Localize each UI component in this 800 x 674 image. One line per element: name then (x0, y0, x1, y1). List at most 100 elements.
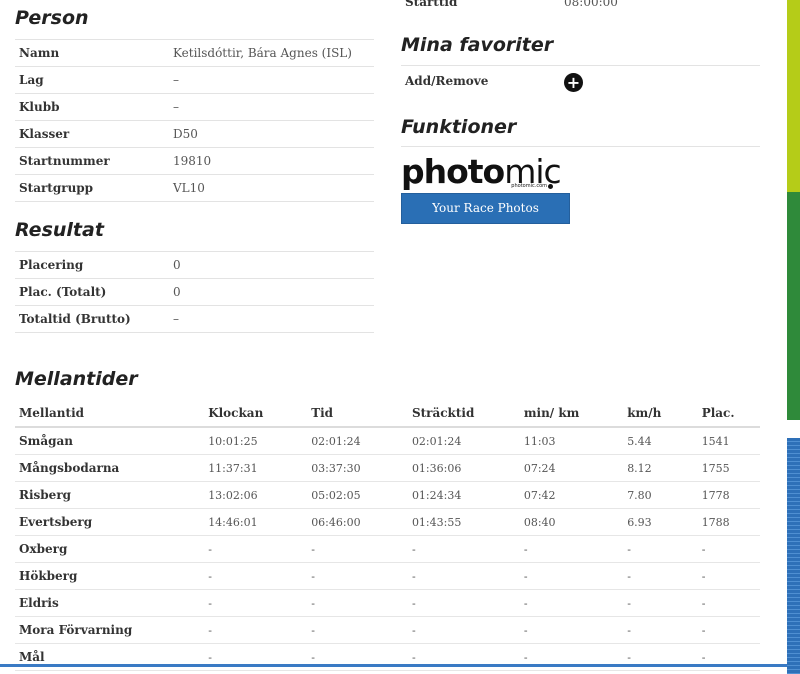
split-cell: 13:02:06 (204, 481, 308, 509)
person-label: Klubb (15, 93, 169, 121)
splits-row: Eldris - - - - - - (15, 589, 760, 617)
split-cell: - (697, 535, 760, 563)
splits-column-header: Klockan (204, 400, 308, 428)
split-cell: - (407, 535, 520, 563)
split-cell: - (204, 562, 308, 590)
bottom-bar (0, 664, 787, 667)
person-label: Lag (15, 66, 169, 94)
splits-row: Mångsbodarna 11:37:31 03:37:30 01:36:06 07:2… (15, 454, 760, 482)
split-cell: - (204, 616, 308, 644)
logo-dot-icon (548, 184, 553, 189)
split-cell: 01:43:55 (407, 508, 520, 536)
split-cell: 05:02:05 (307, 481, 408, 509)
splits-row: Evertsberg 14:46:01 06:46:00 01:43:55 08:40 6… (15, 508, 760, 536)
result-value: 0 (169, 278, 374, 306)
split-name: Mora Förvarning (15, 616, 205, 644)
result-label: Placering (15, 251, 169, 279)
split-cell: 02:01:24 (307, 427, 408, 455)
person-value: Ketilsdóttir, Bára Agnes (ISL) (169, 39, 374, 67)
result-table: Placering 0 Plac. (Totalt) 0 Totaltid (Brutt… (15, 251, 374, 333)
splits-row: Oxberg - - - - - - (15, 535, 760, 563)
split-cell: 7.80 (623, 481, 698, 509)
split-cell: 07:24 (519, 454, 624, 482)
split-cell: 01:24:34 (407, 481, 520, 509)
result-value: 0 (169, 251, 374, 279)
splits-header-row: Mellantid Klockan Tid Sträcktid min/ km km/h P… (15, 400, 760, 428)
result-value: – (169, 305, 374, 333)
split-cell: - (204, 535, 308, 563)
split-cell: - (519, 589, 624, 617)
split-cell: 14:46:01 (204, 508, 308, 536)
result-heading: Resultat (15, 219, 104, 241)
split-cell: - (519, 616, 624, 644)
logo-main: photo (401, 152, 505, 191)
functions-divider (401, 146, 760, 147)
split-cell: 5.44 (623, 427, 698, 455)
split-cell: 1541 (697, 427, 760, 455)
person-row: Startnummer 19810 (15, 147, 374, 175)
functions-heading: Funktioner (401, 116, 517, 138)
split-name: Eldris (15, 589, 205, 617)
side-stripe-lime (787, 0, 800, 192)
split-cell: 1788 (697, 508, 760, 536)
split-cell: 08:40 (519, 508, 624, 536)
person-row: Namn Ketilsdóttir, Bára Agnes (ISL) (15, 39, 374, 67)
split-cell: 03:37:30 (307, 454, 408, 482)
person-label: Klasser (15, 120, 169, 148)
favorites-add-remove-label: Add/Remove (405, 74, 489, 88)
split-cell: - (697, 589, 760, 617)
split-name: Oxberg (15, 535, 205, 563)
split-name: Smågan (15, 427, 205, 455)
start-time-row: Starttid 08:00:00 (401, 0, 760, 9)
result-row: Totaltid (Brutto) – (15, 305, 374, 333)
photomic-logo[interactable]: photomic photomic.com (401, 154, 569, 192)
split-cell: - (623, 616, 698, 644)
race-photos-button[interactable]: Your Race Photos (401, 193, 570, 224)
split-name: Risberg (15, 481, 205, 509)
start-time-label: Starttid (405, 0, 458, 9)
splits-column-header: Plac. (697, 400, 760, 428)
split-cell: 02:01:24 (407, 427, 520, 455)
splits-column-header: Tid (307, 400, 408, 428)
splits-column-header: Sträcktid (407, 400, 520, 428)
split-cell: 11:37:31 (204, 454, 308, 482)
split-cell: 1755 (697, 454, 760, 482)
split-cell: 11:03 (519, 427, 624, 455)
favorites-heading: Mina favoriter (401, 34, 554, 56)
person-label: Startgrupp (15, 174, 169, 202)
side-stripe-gap (787, 420, 800, 438)
person-table: Namn Ketilsdóttir, Bára Agnes (ISL) Lag – Kl… (15, 39, 374, 202)
splits-row: Risberg 13:02:06 05:02:05 01:24:34 07:42 7.80… (15, 481, 760, 509)
favorites-row: Add/Remove + (401, 66, 760, 96)
person-label: Namn (15, 39, 169, 67)
favorites-panel: Add/Remove + (401, 65, 760, 96)
person-row: Lag – (15, 66, 374, 94)
side-stripe-green (787, 192, 800, 420)
split-cell: 07:42 (519, 481, 624, 509)
person-value: D50 (169, 120, 374, 148)
split-name: Mångsbodarna (15, 454, 205, 482)
result-row: Plac. (Totalt) 0 (15, 278, 374, 306)
splits-heading: Mellantider (15, 368, 138, 390)
start-time-value: 08:00:00 (564, 0, 618, 9)
result-label: Plac. (Totalt) (15, 278, 169, 306)
person-value: 19810 (169, 147, 374, 175)
split-cell: 01:36:06 (407, 454, 520, 482)
person-value: – (169, 66, 374, 94)
splits-column-header: Mellantid (15, 400, 205, 428)
splits-column-header: min/ km (519, 400, 624, 428)
plus-circle-icon[interactable]: + (564, 73, 583, 92)
person-value: VL10 (169, 174, 374, 202)
split-cell: - (307, 535, 408, 563)
split-cell: 06:46:00 (307, 508, 408, 536)
split-cell: - (519, 535, 624, 563)
split-name: Hökberg (15, 562, 205, 590)
splits-column-header: km/h (623, 400, 698, 428)
person-row: Startgrupp VL10 (15, 174, 374, 202)
split-cell: 1778 (697, 481, 760, 509)
split-cell: - (407, 616, 520, 644)
split-cell: - (623, 562, 698, 590)
split-cell: - (307, 616, 408, 644)
splits-table: Mellantid Klockan Tid Sträcktid min/ km km/h P… (15, 400, 760, 671)
splits-row: Hökberg - - - - - - (15, 562, 760, 590)
